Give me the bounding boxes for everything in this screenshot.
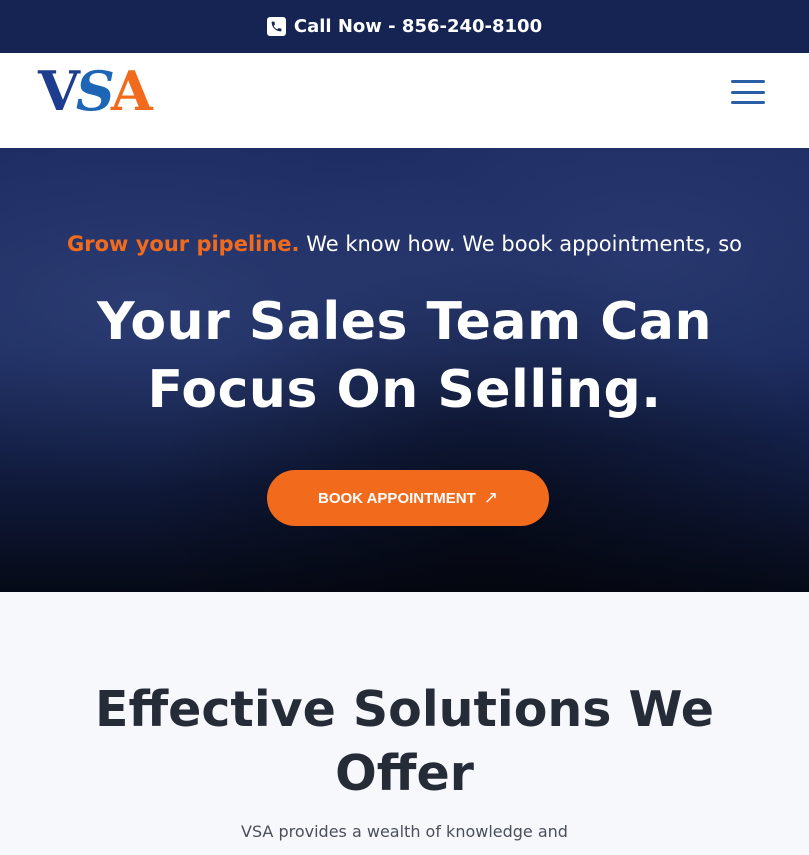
tagline-accent: Grow your pipeline. xyxy=(66,232,300,256)
tagline-text: We know how. We book appointments, so xyxy=(299,232,743,256)
hamburger-menu-icon[interactable] xyxy=(731,80,765,104)
arrow-up-right-icon: ↗ xyxy=(483,488,499,507)
logo-letter-s: S xyxy=(75,59,115,123)
menu-bar-middle xyxy=(731,90,765,94)
call-now-link[interactable]: Call Now - 856-240-8100 xyxy=(294,16,542,37)
solutions-description: VSA provides a wealth of knowledge and xyxy=(241,822,568,841)
hero-title: Your Sales Team Can Focus On Selling. xyxy=(96,292,713,420)
phone-icon xyxy=(266,17,286,36)
logo-letter-a: A xyxy=(110,59,153,123)
solutions-title: Effective Solutions We Offer xyxy=(94,681,715,802)
hero-tagline: Grow your pipeline. We know how. We book… xyxy=(0,232,809,256)
book-appointment-button[interactable]: BOOK APPOINTMENT ↗ xyxy=(267,470,549,526)
menu-bar-bottom xyxy=(731,101,765,104)
menu-bar-top xyxy=(731,80,765,83)
book-appointment-label: BOOK APPOINTMENT xyxy=(317,489,476,507)
vsa-logo[interactable]: VSA xyxy=(38,64,153,119)
top-bar: Call Now - 856-240-8100 xyxy=(0,0,809,53)
logo-letter-v: V xyxy=(38,59,80,123)
